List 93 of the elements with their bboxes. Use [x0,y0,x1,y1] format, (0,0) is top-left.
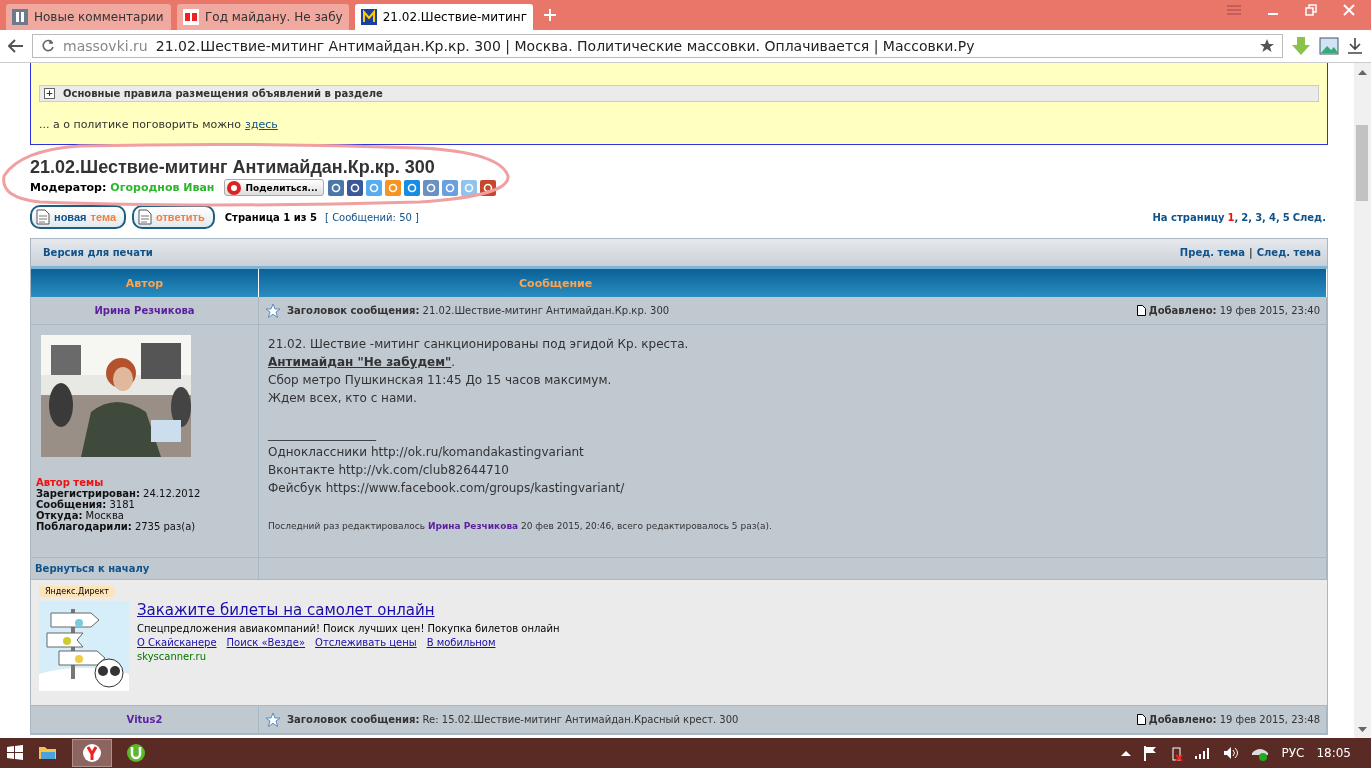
post-action-button[interactable]: новая тема [30,205,126,229]
posted-date: Добавлено: 19 фев 2015, 23:40 [1148,305,1320,316]
url-host: massovki.ru [63,38,148,54]
taskbar-app[interactable] [72,739,112,767]
flag-icon[interactable] [1143,745,1158,761]
site-icon [360,9,377,25]
restore-icon[interactable] [1305,4,1317,16]
browser-tab[interactable]: 21.02.Шествие-митинг [354,4,534,30]
document-icon [1136,305,1146,316]
print-version-link[interactable]: Версия для печати [43,247,153,258]
document-icon [1136,714,1146,725]
author-role-label: Автор темы [36,477,104,488]
topic-title: 21.02.Шествие-митинг Антимайдан.Кр.кр. 300 [30,157,436,178]
edit-note: Последний раз редактировалось Ирина Резчикова 20 фев 2015, 20:46, всего редактировалось 5 раз(а). [268,520,773,533]
message-text: 21.02. Шествие -митинг санкционированы под эгидой Кр. креста. [268,336,690,353]
page-separator: , [1262,211,1266,223]
ad-title-link[interactable]: Закажите билеты на самолет онлайн [137,601,560,619]
message-text: Фейсбук https://www.facebook.com/groups/kastingvariant/ [268,480,626,497]
bookmark-star-icon[interactable] [1260,39,1274,53]
signal-bars-icon[interactable] [1195,747,1212,759]
ad-link[interactable]: В мобильном [426,637,496,648]
rules-toggle[interactable]: + Основные правила размещения объявлений в разделе [39,85,1319,102]
message-text: Сбор метро Пушкинская 11:45 До 15 часов максимум. [268,372,613,389]
ad-label: Яндекс.Директ [39,586,115,597]
author-name[interactable]: Ирина Резчикова [31,297,259,325]
share-button[interactable]: Поделиться... [224,179,324,196]
subject-text: Заголовок сообщения: Re: 15.02.Шествие-митинг Антимайдан.Красный крест. 300 [287,714,739,725]
separator: | [1249,247,1253,258]
page-info: Страница 1 из 5 [224,211,318,223]
browser-icon [82,743,102,763]
author-name[interactable]: Vitus2 [31,706,259,734]
reload-icon[interactable] [41,39,55,53]
scrollbar-thumb[interactable] [1356,125,1368,201]
ad-link[interactable]: Отслеживать цены [315,637,417,648]
message-text: Ждем всех, кто с нами. [268,390,418,407]
speaker-icon[interactable] [1223,746,1240,760]
notice-text: ... а о политике поговорить можно [39,118,242,131]
clock-time: 18:05 [1316,746,1351,760]
new-tab-icon[interactable] [543,8,558,22]
politics-link[interactable]: здесь [245,118,278,131]
profile-stat: Зарегистрирован: 24.12.2012 [36,488,202,499]
share-icon[interactable] [327,179,344,196]
back-arrow-icon[interactable] [8,39,24,53]
battery-icon[interactable] [1169,745,1184,761]
next-page-link[interactable]: След. [1292,211,1326,223]
share-icon[interactable] [403,179,420,196]
profile-stat: Откуда: Москва [36,510,124,521]
document-icon [36,209,50,225]
next-topic-link[interactable]: След. тема [1256,247,1321,258]
site-icon [12,9,28,25]
page-separator: , [1234,211,1239,223]
profile-stat: Поблагодарили: 2735 раз(а) [36,521,197,532]
message-text: Одноклассники http://ok.ru/komandakastingvariant [268,444,585,461]
moderator-label: Модератор: [30,181,107,194]
message-text: __________________ [268,426,377,443]
page-separator: , [1275,211,1280,223]
profile-stat: Сообщения: 3181 [36,499,135,510]
caret-up-icon[interactable] [1121,750,1132,756]
close-icon[interactable] [1343,4,1355,16]
ad-text: Спецпредложения авиакомпаний! Поиск лучших цен! Покупка билетов онлайн [137,623,560,634]
ad-link[interactable]: Поиск «Везде» [226,637,306,648]
language-indicator[interactable]: РУС [1281,746,1305,760]
star-icon[interactable] [265,302,281,319]
message-text: Вконтакте http://vk.com/club82644710 [268,462,510,479]
pagination-label: На страницу [1152,211,1225,223]
share-icon[interactable] [346,179,363,196]
page-separator: , [1248,211,1253,223]
column-header: Сообщение [259,269,1327,297]
ad-domain: skyscanner.ru [137,651,208,662]
post-count: [ Сообщений: 50 ] [325,211,419,223]
prev-topic-link[interactable]: Пред. тема [1179,247,1246,258]
page-title: 21.02.Шествие-митинг Антимайдан.Кр.кр. 300 | Москва. Политические массовки. Оплачивается | Массовки.Ру [155,38,975,54]
expand-toggle-icon[interactable]: + [44,88,55,99]
page-link[interactable]: 1 [1227,211,1235,223]
page-link[interactable]: 4 [1268,211,1276,223]
message-text: . [451,355,456,369]
column-header: Автор [31,269,259,297]
browser-tab[interactable]: Год майдану. Не забу [177,4,349,30]
subject-text: Заголовок сообщения: 21.02.Шествие-митинг Антимайдан.Кр.кр. 300 [287,305,670,316]
posted-date: Добавлено: 19 фев 2015, 23:48 [1148,714,1320,725]
site-icon [183,9,199,25]
share-icon[interactable] [422,179,439,196]
download-icon[interactable] [1347,37,1363,55]
star-icon[interactable] [265,711,281,728]
torrent-icon [126,743,146,763]
page-link[interactable]: 5 [1282,211,1290,223]
document-icon [138,209,152,225]
rules-label: Основные правила размещения объявлений в разделе [63,88,383,99]
browser-tab[interactable]: Новые комментарии [6,4,171,30]
address-field[interactable]: massovki.ru 21.02.Шествие-митинг Антимайдан.Кр.кр. 300 | Москва. Политические массовки. Оплачивается | Массовки.Ру [32,34,1283,58]
windows-logo-icon[interactable] [6,744,24,762]
ad-link[interactable]: О Скайсканере [137,637,217,648]
message-link[interactable]: Антимайдан "Не забудем" [268,355,452,369]
